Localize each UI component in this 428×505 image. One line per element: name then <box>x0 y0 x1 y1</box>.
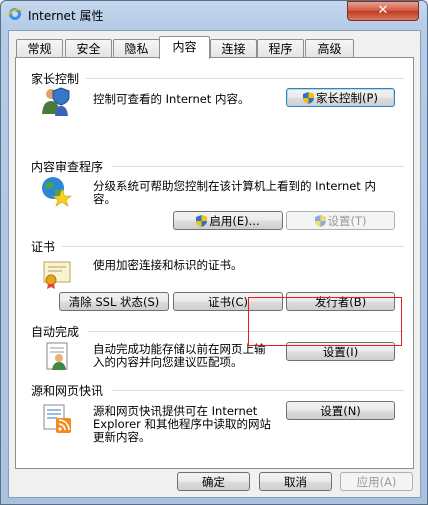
divider <box>112 166 404 167</box>
parental-controls-button-label: 家长控制(P) <box>316 91 378 105</box>
content-advisor-globe-icon <box>42 177 72 207</box>
clear-ssl-state-button[interactable]: 清除 SSL 状态(S) <box>59 292 169 311</box>
parental-controls-icon <box>42 87 70 116</box>
tab-general[interactable]: 常规 <box>16 39 63 58</box>
content-tab-panel: 家长控制 控制可查看的 Internet 内容。 家长控制(P) 内容审查程序 … <box>15 57 414 469</box>
internet-explorer-icon <box>7 8 23 20</box>
uac-shield-icon <box>196 215 208 227</box>
tab-content[interactable]: 内容 <box>159 36 210 59</box>
certificates-description: 使用加密连接和标识的证书。 <box>93 258 243 272</box>
autocomplete-icon <box>46 342 68 370</box>
divider <box>112 390 404 391</box>
group-title-content-advisor: 内容审查程序 <box>31 160 104 174</box>
apply-button[interactable]: 应用(A) <box>340 472 413 491</box>
tab-programs[interactable]: 程序 <box>257 39 304 58</box>
certificate-icon <box>43 261 71 289</box>
close-button[interactable]: ✕ <box>347 1 419 21</box>
uac-shield-icon <box>303 92 315 104</box>
tab-privacy[interactable]: 隐私 <box>113 39 160 58</box>
enable-advisor-button-label: 启用(E)... <box>209 214 260 228</box>
enable-advisor-button[interactable]: 启用(E)... <box>173 211 283 230</box>
parental-controls-button[interactable]: 家长控制(P) <box>286 88 395 107</box>
tab-security[interactable]: 安全 <box>65 39 112 58</box>
feeds-description-line1: 源和网页快讯提供可在 Internet <box>93 404 258 418</box>
advisor-description-line2: 容。 <box>93 192 116 206</box>
group-title-certificates: 证书 <box>31 240 56 254</box>
title-bar[interactable]: Internet 属性 ✕ <box>0 0 428 30</box>
advisor-settings-button-label: 设置(T) <box>327 214 367 228</box>
tab-connections[interactable]: 连接 <box>210 39 257 58</box>
ok-button[interactable]: 确定 <box>177 472 250 491</box>
advisor-description-line1: 分级系统可帮助您控制在该计算机上看到的 Internet 内 <box>93 179 376 193</box>
feeds-description-line2: Explorer 和其他程序中读取的网站 <box>93 417 272 431</box>
cancel-button[interactable]: 取消 <box>259 472 332 491</box>
autocomplete-description-line2: 入的内容并向您建议匹配项。 <box>93 355 243 369</box>
autocomplete-description-line1: 自动完成功能存储以前在网页上输 <box>93 342 266 356</box>
feeds-settings-button[interactable]: 设置(N) <box>286 401 395 420</box>
group-title-autocomplete: 自动完成 <box>31 325 80 339</box>
parental-description: 控制可查看的 Internet 内容。 <box>93 92 250 106</box>
annotation-highlight-box <box>248 297 402 346</box>
advisor-settings-button[interactable]: 设置(T) <box>286 211 395 230</box>
dialog-client-area: 常规 安全 隐私 内容 连接 程序 高级 家长控制 控制可查看的 Interne… <box>8 30 421 498</box>
divider <box>86 78 404 79</box>
window-title: Internet 属性 <box>28 9 104 23</box>
group-title-parental: 家长控制 <box>31 72 80 86</box>
tab-advanced[interactable]: 高级 <box>305 39 354 58</box>
feeds-icon <box>43 404 71 433</box>
feeds-description-line3: 更新内容。 <box>93 430 151 444</box>
uac-shield-icon <box>314 215 326 227</box>
divider <box>62 246 404 247</box>
group-title-feeds: 源和网页快讯 <box>31 384 104 398</box>
